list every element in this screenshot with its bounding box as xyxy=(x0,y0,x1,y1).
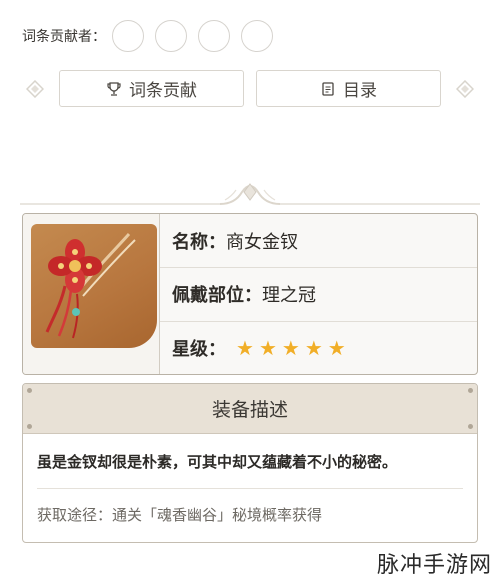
corner-dot xyxy=(468,424,473,429)
corner-dot xyxy=(468,388,473,393)
toc-label: 目录 xyxy=(343,81,377,101)
slot-key: 佩戴部位： xyxy=(172,285,262,307)
item-name-row: 名称： 商女金钗 xyxy=(160,214,477,267)
contributor-avatar-slot[interactable] xyxy=(112,20,144,52)
item-thumbnail-frame xyxy=(23,214,160,374)
nav-row: 词条贡献 目录 xyxy=(0,70,500,108)
contribute-label: 词条贡献 xyxy=(129,81,197,101)
item-image[interactable] xyxy=(31,224,157,348)
contributors-row: 词条贡献者： xyxy=(22,20,284,52)
acquisition-source: 获取途径：通关「魂香幽谷」秘境概率获得 xyxy=(37,505,323,524)
trophy-icon xyxy=(107,81,121,96)
slot-value: 理之冠 xyxy=(262,285,316,307)
item-info-card: 名称： 商女金钗 佩戴部位： 理之冠 星级： ★ ★ ★ ★ ★ xyxy=(22,213,478,375)
item-info-rows: 名称： 商女金钗 佩戴部位： 理之冠 星级： ★ ★ ★ ★ ★ xyxy=(160,214,477,374)
rarity-stars: ★ ★ ★ ★ ★ xyxy=(236,338,351,358)
contribute-button[interactable]: 词条贡献 xyxy=(59,70,244,107)
star-icon: ★ xyxy=(236,335,254,360)
star-icon: ★ xyxy=(281,335,300,360)
item-rarity-row: 星级： ★ ★ ★ ★ ★ xyxy=(160,320,477,374)
corner-dot xyxy=(27,388,32,393)
star-icon: ★ xyxy=(304,335,323,360)
watermark: 脉冲手游网 xyxy=(376,553,492,578)
contributor-avatar-slot[interactable] xyxy=(155,20,187,52)
rarity-key: 星级： xyxy=(172,338,226,360)
hairpin-icon xyxy=(45,232,136,339)
description-body: 虽是金钗却很是朴素，可其中却又蕴藏着不小的秘密。 获取途径：通关「魂香幽谷」秘境… xyxy=(23,434,477,539)
name-key: 名称： xyxy=(172,231,226,253)
description-title: 装备描述 xyxy=(211,399,288,421)
description-text: 虽是金钗却很是朴素，可其中却又蕴藏着不小的秘密。 xyxy=(37,434,463,489)
diamond-ornament-icon xyxy=(26,80,44,98)
section-divider-ornament xyxy=(20,183,480,205)
toc-button[interactable]: 目录 xyxy=(256,70,441,107)
corner-dot xyxy=(27,424,32,429)
description-header: 装备描述 xyxy=(23,384,477,434)
diamond-ornament-icon xyxy=(456,80,474,98)
star-icon: ★ xyxy=(258,335,277,360)
contributor-avatar-slot[interactable] xyxy=(241,20,273,52)
item-slot-row: 佩戴部位： 理之冠 xyxy=(160,267,477,320)
star-icon: ★ xyxy=(327,335,346,360)
name-value: 商女金钗 xyxy=(226,231,298,253)
description-card: 装备描述 虽是金钗却很是朴素，可其中却又蕴藏着不小的秘密。 获取途径：通关「魂香… xyxy=(22,383,478,543)
contributors-label: 词条贡献者： xyxy=(22,29,106,45)
contributor-avatar-slot[interactable] xyxy=(198,20,230,52)
document-icon xyxy=(322,81,334,96)
